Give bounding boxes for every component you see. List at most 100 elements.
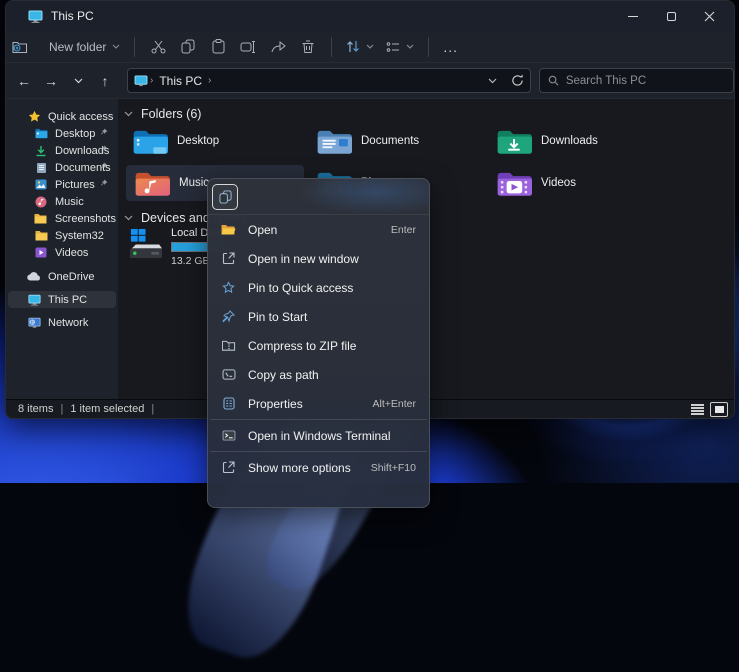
sidebar-item-documents[interactable]: Documents xyxy=(8,159,116,176)
sidebar-item-this-pc[interactable]: This PC xyxy=(8,291,116,308)
delete-button[interactable] xyxy=(293,40,323,54)
status-separator: | xyxy=(151,403,154,415)
sidebar-item-quick-access[interactable]: Quick access xyxy=(8,108,116,125)
sidebar-item-music[interactable]: Music xyxy=(8,193,116,210)
copy-icon xyxy=(219,190,232,204)
properties-icon xyxy=(220,397,237,410)
address-dropdown-icon[interactable] xyxy=(488,78,497,84)
maximize-button[interactable] xyxy=(652,1,690,31)
toolbar-separator xyxy=(428,37,429,57)
chevron-down-icon xyxy=(406,44,414,49)
details-view-button[interactable] xyxy=(691,404,704,415)
items-count: 8 items xyxy=(18,403,53,415)
sidebar-item-system32[interactable]: System32 xyxy=(8,227,116,244)
sidebar-item-label: Network xyxy=(48,317,88,329)
sidebar-item-label: Screenshots xyxy=(55,213,116,225)
menu-item-label: Open in Windows Terminal xyxy=(248,429,391,443)
context-menu-item-pin-to-start[interactable]: Pin to Start xyxy=(208,302,429,331)
sidebar-item-onedrive[interactable]: OneDrive xyxy=(8,268,116,285)
breadcrumb[interactable]: This PC xyxy=(159,74,202,88)
music-icon xyxy=(34,196,48,208)
title-bar[interactable]: This PC xyxy=(6,1,734,31)
recent-locations-button[interactable] xyxy=(66,78,90,84)
search-input[interactable] xyxy=(566,75,716,87)
sidebar-item-screenshots[interactable]: Screenshots xyxy=(8,210,116,227)
sidebar-item-label: This PC xyxy=(48,294,87,306)
window-title: This PC xyxy=(51,9,94,23)
large-icons-view-button[interactable] xyxy=(710,402,728,417)
context-menu-item-copy-as-path[interactable]: Copy as path xyxy=(208,360,429,389)
address-bar[interactable]: › This PC › xyxy=(127,68,531,93)
documents-folder-icon xyxy=(316,127,352,156)
pin-icon xyxy=(100,179,108,187)
sidebar-item-pictures[interactable]: Pictures xyxy=(8,176,116,193)
close-icon xyxy=(704,11,715,22)
pin-icon xyxy=(100,128,108,136)
sort-button[interactable] xyxy=(340,34,380,60)
ellipsis-icon: ... xyxy=(443,39,458,55)
rename-icon xyxy=(240,41,256,53)
local-disk-icon xyxy=(128,227,163,264)
forward-button[interactable]: → xyxy=(39,73,63,89)
context-menu-item-open-in-new-window[interactable]: Open in new window xyxy=(208,244,429,273)
sidebar-item-network[interactable]: Network xyxy=(8,314,116,331)
menu-item-shortcut: Enter xyxy=(391,224,416,236)
folders-section-header[interactable]: Folders (6) xyxy=(124,107,201,121)
navigation-pane: Quick access Desktop Downloads Documents… xyxy=(6,99,118,399)
folder-tile-videos[interactable]: Videos xyxy=(496,165,576,201)
sidebar-item-downloads[interactable]: Downloads xyxy=(8,142,116,159)
copy-button[interactable] xyxy=(173,39,203,54)
folder-tile-documents[interactable]: Documents xyxy=(316,123,419,159)
menu-item-label: Show more options xyxy=(248,461,351,475)
tile-label: Music xyxy=(179,177,209,189)
share-button[interactable] xyxy=(263,40,293,53)
context-menu-item-properties[interactable]: Properties Alt+Enter xyxy=(208,389,429,418)
context-menu-item-compress-to-zip[interactable]: Compress to ZIP file xyxy=(208,331,429,360)
rename-button[interactable] xyxy=(233,41,263,53)
breadcrumb-chevron: › xyxy=(150,75,153,86)
refresh-icon[interactable] xyxy=(511,74,524,87)
folder-icon xyxy=(34,213,48,224)
tile-label: Videos xyxy=(541,177,576,189)
context-menu-item-show-more-options[interactable]: Show more options Shift+F10 xyxy=(208,453,429,482)
paste-button[interactable] xyxy=(203,39,233,54)
cut-button[interactable] xyxy=(143,40,173,54)
context-menu-item-open-in-windows-terminal[interactable]: Open in Windows Terminal xyxy=(208,421,429,450)
sidebar-item-label: Quick access xyxy=(48,111,113,123)
view-button[interactable] xyxy=(380,34,420,60)
search-field[interactable] xyxy=(539,68,734,93)
show-more-icon xyxy=(220,461,237,474)
folder-tile-desktop[interactable]: Desktop xyxy=(132,123,219,159)
sidebar-item-desktop[interactable]: Desktop xyxy=(8,125,116,142)
sidebar-item-videos[interactable]: Videos xyxy=(8,244,116,261)
up-button[interactable]: ↑ xyxy=(93,73,117,89)
maximize-icon xyxy=(667,12,676,21)
sidebar-item-label: System32 xyxy=(55,230,104,242)
sidebar-item-label: Desktop xyxy=(55,128,95,140)
pin-start-icon xyxy=(220,310,237,323)
see-more-button[interactable]: ... xyxy=(437,34,464,60)
menu-item-shortcut: Shift+F10 xyxy=(371,462,416,474)
copy-command-button[interactable] xyxy=(212,184,238,210)
context-menu-item-pin-to-quick-access[interactable]: Pin to Quick access xyxy=(208,273,429,302)
new-folder-icon xyxy=(12,40,29,54)
large-icons-view-icon xyxy=(715,406,724,413)
share-icon xyxy=(271,40,286,53)
this-pc-icon xyxy=(134,75,148,87)
open-folder-icon xyxy=(220,224,237,236)
close-button[interactable] xyxy=(690,1,728,31)
back-button[interactable]: ← xyxy=(12,73,36,89)
context-menu-item-open[interactable]: Open Enter xyxy=(208,215,429,244)
chevron-down-icon xyxy=(112,44,120,49)
pin-icon xyxy=(100,162,108,170)
terminal-icon xyxy=(220,430,237,441)
paste-icon xyxy=(212,39,225,54)
new-folder-button[interactable]: New folder xyxy=(6,34,126,60)
menu-item-label: Open in new window xyxy=(248,252,359,266)
menu-separator xyxy=(210,451,427,452)
toolbar-separator xyxy=(134,37,135,57)
folder-tile-downloads[interactable]: Downloads xyxy=(496,123,598,159)
pictures-icon xyxy=(34,179,48,190)
minimize-button[interactable] xyxy=(614,1,652,31)
menu-item-label: Properties xyxy=(248,397,303,411)
